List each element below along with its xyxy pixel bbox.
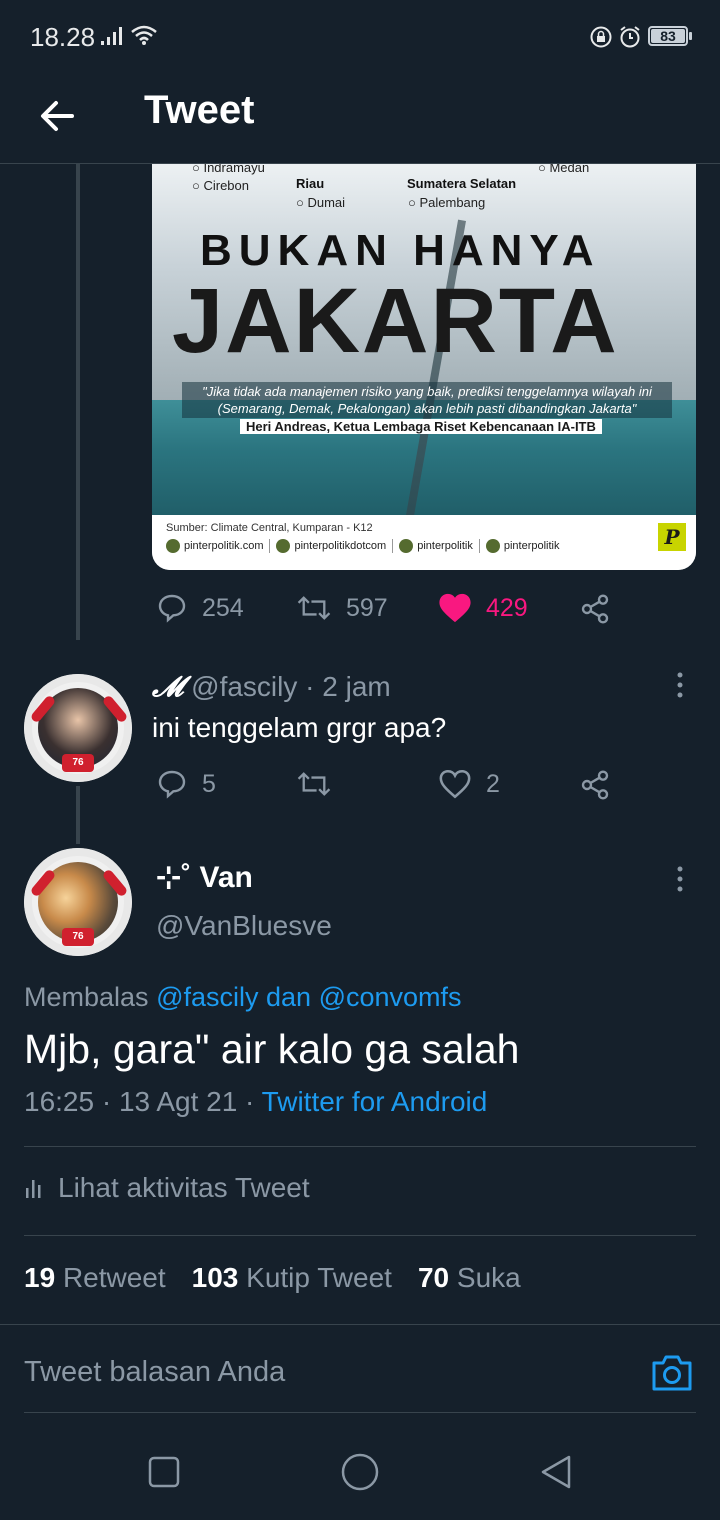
retweet-count: 597 [346,593,388,622]
more-options-icon[interactable] [670,670,690,700]
thread-connector-bottom [76,786,80,844]
like-button[interactable]: 2 [438,768,500,800]
city-label: ○ Cirebon [192,178,249,193]
like-button[interactable]: 429 [438,592,528,624]
avatar[interactable]: 76 [24,674,132,782]
signal-icon [101,27,122,45]
province-label: Riau [296,176,325,191]
reply-icon [158,770,186,799]
retweets-stat[interactable]: 19 Retweet [24,1262,166,1294]
reply-count: 254 [202,593,244,622]
retweet-button[interactable]: 597 [296,592,388,624]
quote-author: Heri Andreas, Ketua Lembaga Riset Kebenc… [240,419,602,434]
display-name[interactable]: ⊹˚ Van [156,860,253,895]
battery-indicator: 83 [648,26,688,46]
more-options-icon[interactable] [670,864,690,894]
back-arrow-icon[interactable] [34,92,82,140]
reply-tweet-header: 𝓜 @fascily · 2 jam [152,670,391,704]
social-links: pinterpolitik.com pinterpolitikdotcom pi… [166,539,565,553]
pinterpolitik-logo: P [658,523,686,551]
source-text: Sumber: Climate Central, Kumparan - K12 [166,522,373,534]
divider [24,1146,696,1147]
province-label: Sumatera Selatan [407,176,517,191]
tweet-timestamp: 16:25 · 13 Agt 21 · [24,1086,255,1117]
reply-button[interactable]: 254 [156,592,244,624]
heart-icon [439,769,471,799]
city-label: ○ Dumai [296,195,346,210]
rotation-lock-icon [590,26,612,48]
user-handle[interactable]: @fascily [191,671,297,702]
avatar[interactable]: 76 [24,848,132,956]
user-handle[interactable]: @VanBluesve [156,910,332,942]
divider [24,1235,696,1236]
display-name[interactable]: 𝓜 [152,670,183,703]
activity-label: Lihat aktivitas Tweet [58,1172,310,1203]
reply-input[interactable]: Tweet balasan Anda [24,1356,285,1389]
tweet-activity-link[interactable]: Lihat aktivitas Tweet [24,1172,310,1204]
avatar-badge: 76 [62,754,94,772]
headline-top: BUKAN HANYA [200,226,601,275]
mention-link[interactable]: @fascily [156,982,258,1012]
headline-main: JAKARTA [172,275,619,355]
tweet-media-image[interactable]: ○ Indramayu ○ Cirebon Riau ○ Dumai Sumat… [152,160,696,570]
quote-tweets-stat[interactable]: 103 Kutip Tweet [192,1262,392,1294]
avatar-badge: 76 [62,928,94,946]
share-icon[interactable] [579,769,611,801]
status-time: 18.28 [30,22,96,52]
tweet-meta: 16:25 · 13 Agt 21 · Twitter for Android [24,1086,487,1118]
battery-tip [689,32,692,40]
battery-level: 83 [660,28,676,44]
reply-count: 5 [202,769,216,798]
thread-connector-top [76,164,80,640]
facebook-icon [276,539,291,553]
analytics-icon [26,1180,41,1198]
likes-stat[interactable]: 70 Suka [418,1262,521,1294]
like-count: 429 [486,593,528,622]
instagram-icon [399,539,414,553]
mention-link[interactable]: @convomfs [319,982,462,1012]
heart-filled-icon [439,593,471,623]
retweet-icon [297,596,331,620]
back-nav-icon[interactable] [538,1454,574,1490]
share-icon[interactable] [579,593,611,625]
app-header: Tweet [0,74,720,164]
replying-to: Membalas @fascily dan @convomfs [24,982,462,1012]
alarm-icon [620,26,640,48]
tweet-text: Mjb, gara" air kalo ga salah [24,1026,520,1072]
tweet-stats: 19 Retweet 103 Kutip Tweet 70 Suka [24,1262,521,1294]
reply-icon [158,594,186,623]
page-title: Tweet [144,88,255,132]
client-link[interactable]: Twitter for Android [262,1086,488,1117]
reply-button[interactable]: 5 [156,768,216,800]
system-nav-bar [0,1414,720,1520]
like-count: 2 [486,769,500,798]
retweet-button[interactable] [296,768,332,800]
home-icon[interactable] [340,1452,380,1492]
divider [24,1412,696,1413]
twitter-icon [485,539,500,553]
wifi-icon [131,25,157,45]
retweet-icon [297,772,331,796]
camera-icon[interactable] [650,1353,694,1393]
reply-tweet-text: ini tenggelam grgr apa? [152,712,447,743]
recent-apps-icon[interactable] [148,1456,180,1488]
quote-text: "Jika tidak ada manajemen risiko yang ba… [182,382,672,418]
globe-icon [166,539,180,553]
status-bar: 18.28 83 [0,0,720,74]
relative-time: · 2 jam [305,671,391,702]
city-label: ○ Palembang [408,195,486,210]
